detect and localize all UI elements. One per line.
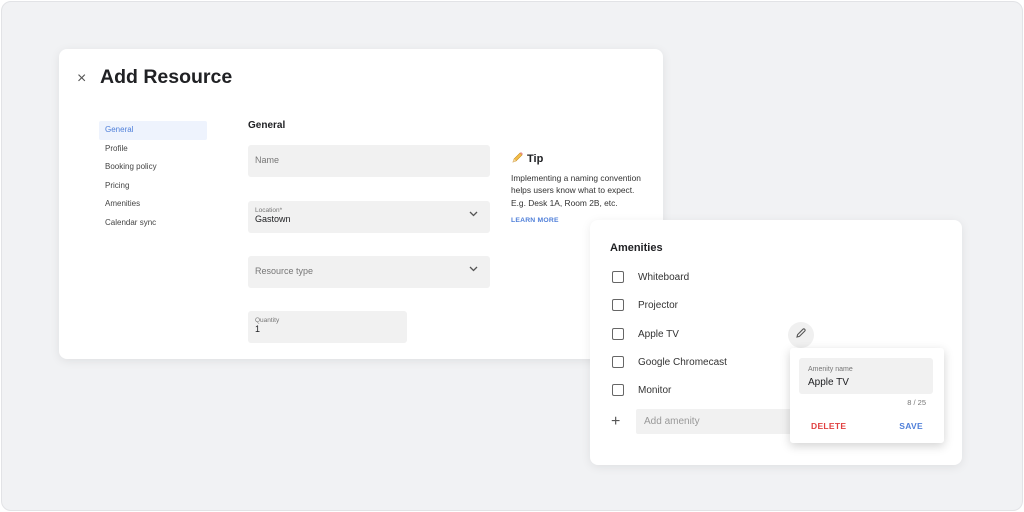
sidebar-item-pricing[interactable]: Pricing bbox=[99, 177, 207, 196]
amenities-title: Amenities bbox=[610, 242, 663, 254]
delete-button[interactable]: DELETE bbox=[811, 421, 846, 431]
sidebar-nav: General Profile Booking policy Pricing A… bbox=[99, 121, 207, 232]
location-select[interactable]: Location* Gastown bbox=[248, 201, 490, 233]
close-icon[interactable]: × bbox=[77, 69, 91, 89]
chevron-down-icon bbox=[469, 265, 478, 274]
sidebar-item-booking-policy[interactable]: Booking policy bbox=[99, 158, 207, 177]
amenity-label: Whiteboard bbox=[638, 271, 690, 283]
amenity-item: Whiteboard bbox=[612, 269, 689, 285]
amenity-checkbox[interactable] bbox=[612, 384, 624, 396]
amenity-label: Apple TV bbox=[638, 328, 679, 340]
pencil-icon bbox=[511, 151, 524, 167]
sidebar-item-amenities[interactable]: Amenities bbox=[99, 195, 207, 214]
save-button[interactable]: SAVE bbox=[899, 421, 923, 431]
add-resource-dialog: × Add Resource General Profile Booking p… bbox=[59, 49, 663, 359]
quantity-input[interactable]: Quantity 1 bbox=[248, 311, 407, 343]
sidebar-item-calendar-sync[interactable]: Calendar sync bbox=[99, 214, 207, 233]
amenity-name-value: Apple TV bbox=[808, 377, 849, 388]
name-placeholder: Name bbox=[255, 155, 280, 165]
chevron-down-icon bbox=[469, 210, 478, 219]
edit-amenity-button[interactable] bbox=[788, 322, 814, 348]
amenity-item: Google Chromecast bbox=[612, 354, 727, 370]
sidebar-item-general[interactable]: General bbox=[99, 121, 207, 140]
name-input[interactable]: Name bbox=[248, 145, 490, 177]
amenity-name-input[interactable]: Amenity name Apple TV bbox=[799, 358, 933, 394]
location-label: Location* bbox=[255, 207, 283, 214]
quantity-value: 1 bbox=[255, 324, 261, 334]
pencil-icon bbox=[795, 326, 807, 344]
amenity-label: Google Chromecast bbox=[638, 356, 727, 368]
section-title: General bbox=[248, 120, 286, 131]
character-counter: 8 / 25 bbox=[907, 398, 926, 407]
resource-type-placeholder: Resource type bbox=[255, 266, 314, 276]
amenity-item: Apple TV bbox=[612, 326, 679, 342]
amenity-checkbox[interactable] bbox=[612, 328, 624, 340]
canvas-background: × Add Resource General Profile Booking p… bbox=[1, 1, 1023, 511]
amenity-checkbox[interactable] bbox=[612, 356, 624, 368]
quantity-label: Quantity bbox=[255, 317, 280, 324]
plus-icon[interactable]: + bbox=[611, 413, 620, 431]
page-title: Add Resource bbox=[100, 66, 233, 88]
tip-title: Tip bbox=[527, 153, 544, 165]
location-value: Gastown bbox=[255, 214, 291, 224]
amenity-checkbox[interactable] bbox=[612, 299, 624, 311]
tip-body: Implementing a naming convention helps u… bbox=[511, 173, 641, 208]
amenity-name-label: Amenity name bbox=[808, 366, 853, 373]
amenity-checkbox[interactable] bbox=[612, 271, 624, 283]
resource-type-select[interactable]: Resource type bbox=[248, 256, 490, 288]
amenity-label: Monitor bbox=[638, 384, 672, 396]
sidebar-item-profile[interactable]: Profile bbox=[99, 140, 207, 159]
tip-panel: Tip Implementing a naming convention hel… bbox=[511, 151, 651, 224]
amenity-item: Projector bbox=[612, 297, 678, 313]
amenity-label: Projector bbox=[638, 299, 679, 311]
edit-amenity-popover: Amenity name Apple TV 8 / 25 DELETE SAVE bbox=[790, 348, 944, 443]
add-amenity-input[interactable]: Add amenity bbox=[636, 409, 796, 434]
amenity-item: Monitor bbox=[612, 382, 671, 398]
